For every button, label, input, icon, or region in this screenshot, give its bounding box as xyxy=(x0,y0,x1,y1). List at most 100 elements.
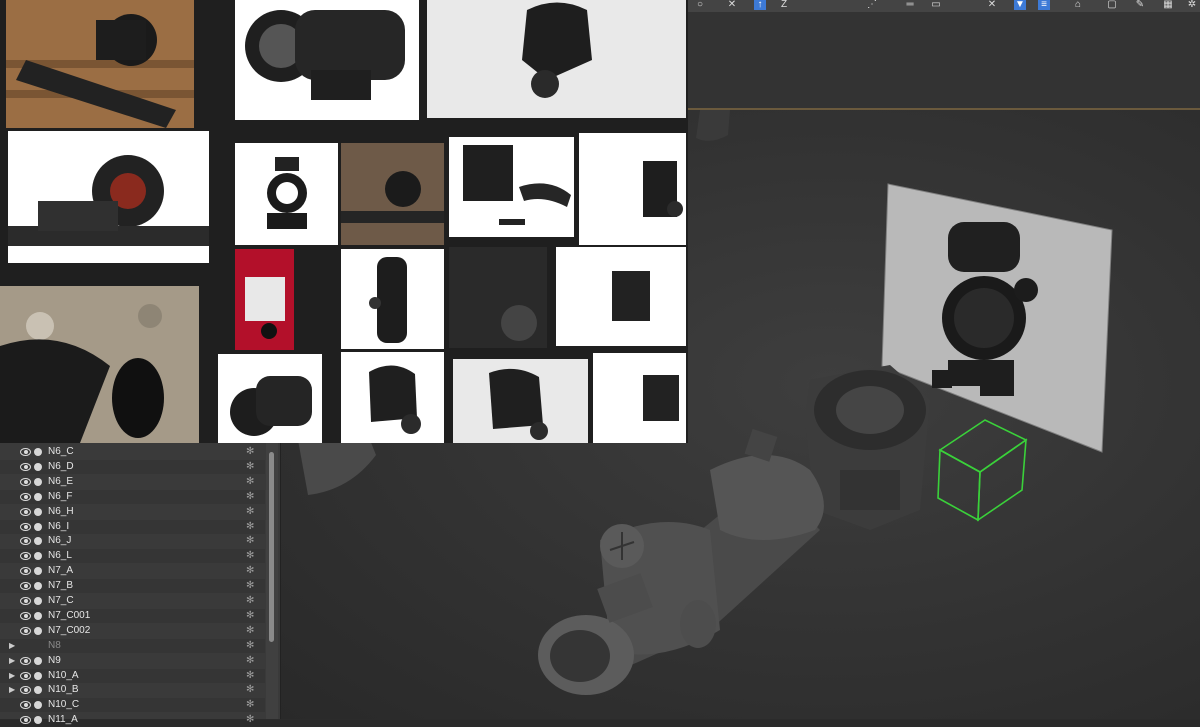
freeze-icon[interactable]: ✻ xyxy=(246,520,254,534)
reference-photo[interactable] xyxy=(235,249,294,350)
render-dot-icon[interactable] xyxy=(34,507,42,516)
freeze-icon[interactable]: ✻ xyxy=(246,698,254,712)
explorer-row[interactable]: N6_F ✻ xyxy=(0,489,265,504)
freeze-icon[interactable]: ✻ xyxy=(246,624,254,638)
explorer-row[interactable]: N7_C002 ✻ xyxy=(0,624,265,638)
render-dot-icon[interactable] xyxy=(34,701,42,710)
visibility-eye-icon[interactable] xyxy=(20,552,31,561)
render-dot-icon[interactable] xyxy=(34,626,42,635)
explorer-row[interactable]: N6_J ✻ xyxy=(0,534,265,548)
expand-arrow-icon[interactable]: ▶ xyxy=(9,639,17,653)
freeze-icon[interactable]: ✻ xyxy=(246,683,254,697)
render-dot-icon[interactable] xyxy=(34,448,42,456)
explorer-row[interactable]: ▶ N10_A ✻ xyxy=(0,668,265,683)
render-dot-icon[interactable] xyxy=(34,462,42,471)
expand-arrow-icon[interactable]: ▶ xyxy=(9,654,17,668)
freeze-icon[interactable]: ✻ xyxy=(246,654,254,668)
scale-icon[interactable]: Z xyxy=(778,0,790,10)
align-icon[interactable]: ═ xyxy=(904,0,916,10)
reference-photo[interactable] xyxy=(0,286,199,443)
visibility-eye-icon[interactable] xyxy=(20,567,31,576)
explorer-row[interactable]: N7_B ✻ xyxy=(0,579,265,594)
render-dot-icon[interactable] xyxy=(34,582,42,591)
expand-arrow-icon[interactable]: ▶ xyxy=(9,683,17,697)
gun-grip-model[interactable] xyxy=(298,435,376,495)
render-dot-icon[interactable] xyxy=(34,477,42,486)
selected-box-object[interactable] xyxy=(937,419,1028,522)
reference-photo[interactable] xyxy=(341,249,444,349)
freeze-icon[interactable]: ✻ xyxy=(246,669,254,683)
freeze-icon[interactable]: ✻ xyxy=(246,594,254,608)
visibility-eye-icon[interactable] xyxy=(20,507,31,516)
settings-icon[interactable]: ✲ xyxy=(1186,0,1198,10)
curve-icon[interactable]: ▼ xyxy=(1014,0,1026,10)
freeze-icon[interactable]: ✻ xyxy=(246,445,254,459)
visibility-eye-icon[interactable] xyxy=(20,671,31,680)
reference-photo[interactable] xyxy=(341,143,444,245)
explorer-row[interactable]: N10_C ✻ xyxy=(0,698,265,713)
reference-photo[interactable] xyxy=(453,359,588,443)
visibility-eye-icon[interactable] xyxy=(20,716,31,725)
explorer-row[interactable]: N11_A ✻ xyxy=(0,713,265,727)
explorer-row[interactable]: N6_D ✻ xyxy=(0,459,265,474)
rail-part-model[interactable] xyxy=(696,110,730,141)
visibility-eye-icon[interactable] xyxy=(20,686,31,695)
visibility-eye-icon[interactable] xyxy=(20,522,31,531)
reference-photo[interactable] xyxy=(6,0,194,128)
render-dot-icon[interactable] xyxy=(34,597,42,605)
freeze-icon[interactable]: ✻ xyxy=(246,564,254,578)
visibility-eye-icon[interactable] xyxy=(20,492,31,501)
explorer-row[interactable]: N6_E ✻ xyxy=(0,475,265,489)
freeze-icon[interactable]: ✻ xyxy=(246,475,254,489)
visibility-eye-icon[interactable] xyxy=(20,477,31,486)
explorer-row[interactable]: N7_A ✻ xyxy=(0,564,265,578)
freeze-icon[interactable]: ✻ xyxy=(246,639,254,653)
freeze-icon[interactable]: ✻ xyxy=(246,460,254,474)
render-dot-icon[interactable] xyxy=(34,611,42,620)
render-dot-icon[interactable] xyxy=(34,656,42,665)
link-icon[interactable]: ○ xyxy=(694,0,706,10)
visibility-eye-icon[interactable] xyxy=(20,537,31,546)
expand-arrow-icon[interactable]: ▶ xyxy=(9,669,17,683)
visibility-eye-icon[interactable] xyxy=(20,611,31,620)
visibility-eye-icon[interactable] xyxy=(20,626,31,635)
reference-photo[interactable] xyxy=(449,137,574,237)
visibility-eye-icon[interactable] xyxy=(20,582,31,591)
freeze-icon[interactable]: ✻ xyxy=(246,609,254,623)
visibility-eye-icon[interactable] xyxy=(20,462,31,471)
explorer-row[interactable]: ▶ N8 ✻ xyxy=(0,638,265,653)
explorer-row[interactable]: N6_L ✻ xyxy=(0,549,265,564)
material-icon[interactable]: ⌂ xyxy=(1072,0,1084,10)
render-dot-icon[interactable] xyxy=(34,671,42,680)
explorer-row[interactable]: N6_H ✻ xyxy=(0,505,265,519)
mirror-icon[interactable]: ▭ xyxy=(930,0,942,10)
reference-photo[interactable] xyxy=(427,0,686,118)
render-dot-icon[interactable] xyxy=(34,522,42,531)
render-dot-icon[interactable] xyxy=(34,552,42,561)
schematic-icon[interactable]: ≡ xyxy=(1038,0,1050,10)
visibility-eye-icon[interactable] xyxy=(20,597,31,605)
rotate-icon[interactable]: ↑ xyxy=(754,0,766,10)
render-dot-icon[interactable] xyxy=(34,567,42,576)
reference-photo[interactable] xyxy=(235,143,338,245)
explorer-row[interactable]: N6_I ✻ xyxy=(0,519,265,534)
red-dot-sight-model[interactable] xyxy=(538,428,824,695)
reference-photo[interactable] xyxy=(235,0,419,120)
explorer-row[interactable]: N6_C ✻ xyxy=(0,445,265,459)
freeze-icon[interactable]: ✻ xyxy=(246,534,254,548)
freeze-icon[interactable]: ✻ xyxy=(246,549,254,563)
reference-photo[interactable] xyxy=(593,353,686,443)
reference-photo[interactable] xyxy=(341,352,444,443)
visibility-eye-icon[interactable] xyxy=(20,448,31,456)
explorer-row[interactable]: ▶ N9 ✻ xyxy=(0,654,265,668)
render-dot-icon[interactable] xyxy=(34,686,42,695)
explorer-scrollbar-thumb[interactable] xyxy=(269,452,274,642)
reference-photo[interactable] xyxy=(579,133,686,245)
explorer-row[interactable]: N7_C001 ✻ xyxy=(0,608,265,623)
render-frame-icon[interactable]: ▦ xyxy=(1162,0,1174,10)
freeze-icon[interactable]: ✻ xyxy=(246,505,254,519)
reference-photo[interactable] xyxy=(8,131,209,263)
render-icon[interactable]: ✎ xyxy=(1134,0,1146,10)
explorer-row[interactable]: ▶ N10_B ✻ xyxy=(0,683,265,697)
visibility-eye-icon[interactable] xyxy=(20,656,31,665)
